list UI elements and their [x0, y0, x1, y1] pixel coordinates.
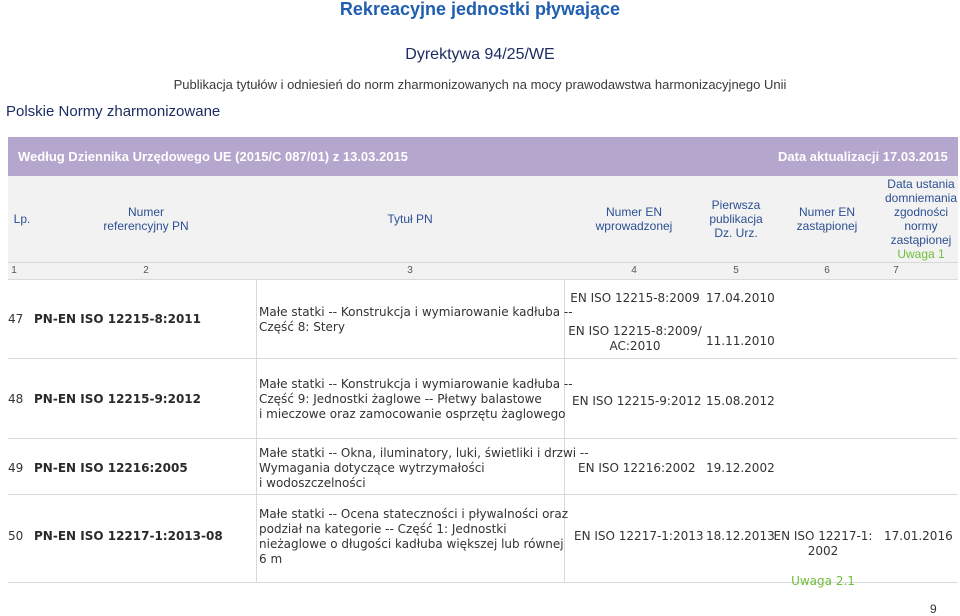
header-title: Tytuł PN	[387, 212, 433, 226]
column-number: 1	[11, 265, 17, 276]
row-divider	[8, 494, 958, 495]
row-en-introduced: EN ISO 12217-1:2013	[574, 529, 704, 543]
page-number: 9	[930, 602, 937, 616]
row-divider	[8, 358, 958, 359]
row-reference-number: PN-EN ISO 12215-8:2011	[34, 312, 201, 326]
row-date-end: 17.01.2016	[884, 529, 953, 543]
row-first-publication: 19.12.2002	[706, 461, 775, 475]
header-first-publication: Pierwsza publikacja Dz. Urz.	[709, 198, 763, 240]
row-divider	[8, 438, 958, 439]
row-divider	[8, 279, 958, 280]
row-lp: 49	[8, 461, 24, 475]
row-en-introduced: EN ISO 12215-8:2009	[570, 291, 700, 305]
row-en-replaced-number: EN ISO 12217-1: 2002	[773, 529, 873, 558]
row-first-publication: 15.08.2012	[706, 394, 775, 408]
row-title: Małe statki -- Konstrukcja i wymiarowani…	[259, 377, 573, 421]
row-en-introduced: EN ISO 12215-9:2012	[572, 394, 702, 408]
directive-title: Dyrektywa 94/25/WE	[405, 46, 555, 63]
row-first-publication-amendment: 11.11.2010	[706, 334, 775, 348]
column-number: 3	[407, 265, 413, 276]
row-first-publication: 18.12.2013	[706, 529, 775, 543]
row-title: Małe statki -- Okna, iluminatory, luki, …	[259, 446, 589, 490]
header-date-end-note: Uwaga 1	[897, 247, 945, 261]
row-en-replaced-note: Uwaga 2.1	[791, 574, 855, 588]
journal-reference: Według Dziennika Urzędowego UE (2015/C 0…	[18, 149, 408, 164]
header-date-end-label: Data ustania domniemania zgodności normy…	[884, 177, 958, 247]
column-number: 5	[733, 265, 739, 276]
row-title: Małe statki -- Konstrukcja i wymiarowani…	[259, 305, 573, 334]
column-number: 7	[893, 265, 899, 276]
journal-banner: Według Dziennika Urzędowego UE (2015/C 0…	[8, 137, 958, 176]
row-en-introduced: EN ISO 12216:2002	[578, 461, 696, 475]
header-date-end: Data ustania domniemania zgodności normy…	[866, 176, 960, 262]
row-en-introduced-amendment: EN ISO 12215-8:2009/ AC:2010	[568, 324, 702, 353]
column-number: 2	[143, 265, 149, 276]
header-en-introduced: Numer EN wprowadzonej	[595, 205, 673, 233]
row-reference-number: PN-EN ISO 12217-1:2013-08	[34, 529, 223, 543]
row-en-replaced: EN ISO 12217-1: 2002 Uwaga 2.1	[768, 514, 878, 589]
header-lp: Lp.	[13, 212, 31, 226]
update-date: Data aktualizacji 17.03.2015	[778, 149, 948, 164]
page-title: Rekreacyjne jednostki pływające	[339, 0, 621, 19]
row-lp: 48	[8, 392, 24, 406]
row-first-publication: 17.04.2010	[706, 291, 775, 305]
row-lp: 50	[8, 529, 24, 543]
column-divider	[256, 279, 257, 582]
header-reference-number: Numer referencyjny PN	[103, 205, 189, 233]
row-reference-number: PN-EN ISO 12216:2005	[34, 461, 188, 475]
publication-subtitle: Publikacja tytułów i odniesień do norm z…	[173, 77, 787, 92]
row-title: Małe statki -- Ocena stateczności i pływ…	[259, 507, 568, 566]
harmonized-standards-title: Polskie Normy zharmonizowane	[6, 103, 221, 120]
column-number: 4	[631, 265, 637, 276]
row-reference-number: PN-EN ISO 12215-9:2012	[34, 392, 201, 406]
row-lp: 47	[8, 312, 24, 326]
